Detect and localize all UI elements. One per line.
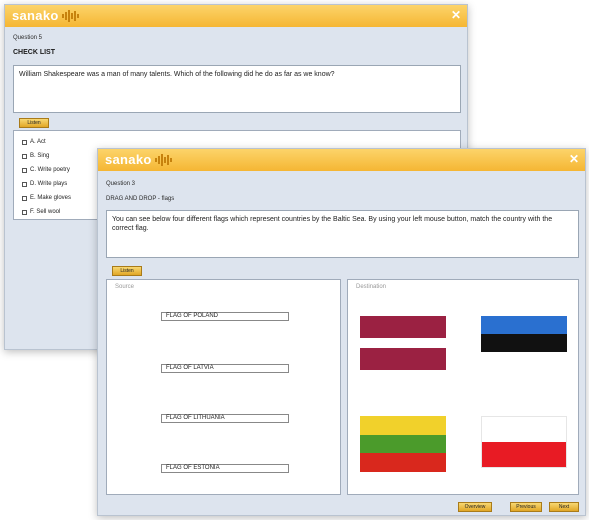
draggable-label-lithuania[interactable]: FLAG OF LITHUANIA (161, 414, 289, 423)
question-text-box: William Shakespeare was a man of many ta… (13, 65, 461, 113)
option-a[interactable]: A. Act (22, 135, 452, 149)
checkbox[interactable] (22, 153, 27, 159)
question-type: CHECK LIST (13, 49, 55, 56)
overview-button[interactable]: Overview (458, 502, 492, 512)
draggable-label-latvia[interactable]: FLAG OF LATVIA (161, 364, 289, 373)
close-icon[interactable]: ✕ (569, 152, 579, 166)
draggable-label-poland[interactable]: FLAG OF POLAND (161, 312, 289, 321)
poland-flag[interactable] (481, 416, 567, 468)
question-number: Question 3 (106, 181, 136, 187)
sound-wave-icon (61, 9, 79, 22)
draggable-label-estonia[interactable]: FLAG OF ESTONIA (161, 464, 289, 473)
option-label: D. Write plays (30, 181, 68, 187)
estonia-flag[interactable] (481, 316, 567, 370)
sanako-logo: sanako (12, 8, 79, 23)
listen-button[interactable]: Listen (19, 118, 49, 128)
option-label: B. Sing (30, 153, 50, 159)
checkbox[interactable] (22, 181, 27, 187)
checkbox[interactable] (22, 167, 27, 173)
question-type: DRAG AND DROP - flags (106, 196, 175, 202)
source-panel: Source FLAG OF POLAND FLAG OF LATVIA FLA… (106, 279, 341, 495)
listen-button[interactable]: Listen (112, 266, 142, 276)
back-titlebar: sanako ✕ (5, 5, 467, 27)
logo-text: sanako (105, 152, 152, 167)
option-label: E. Make gloves (30, 195, 72, 201)
lithuania-flag[interactable] (360, 416, 446, 473)
destination-label: Destination (356, 284, 387, 290)
destination-panel: Destination (347, 279, 579, 495)
sanako-logo: sanako (105, 152, 172, 167)
checkbox[interactable] (22, 195, 27, 201)
front-titlebar: sanako ✕ (98, 149, 585, 171)
option-label: A. Act (30, 139, 46, 145)
option-label: F. Sell wool (30, 209, 61, 215)
source-label: Source (115, 284, 135, 290)
question-text: William Shakespeare was a man of many ta… (19, 71, 335, 78)
question-text-box: You can see below four different flags w… (106, 210, 579, 258)
previous-button[interactable]: Previous (510, 502, 542, 512)
question-number: Question 5 (13, 35, 43, 41)
checkbox[interactable] (22, 139, 27, 145)
latvia-flag[interactable] (360, 316, 446, 370)
option-label: C. Write poetry (30, 167, 70, 173)
sound-wave-icon (154, 153, 172, 166)
front-window: sanako ✕ Question 3 DRAG AND DROP - flag… (97, 148, 586, 516)
logo-text: sanako (12, 8, 59, 23)
question-text: You can see below four different flags w… (112, 216, 553, 232)
close-icon[interactable]: ✕ (451, 8, 461, 22)
next-button[interactable]: Next (549, 502, 579, 512)
checkbox[interactable] (22, 209, 27, 215)
